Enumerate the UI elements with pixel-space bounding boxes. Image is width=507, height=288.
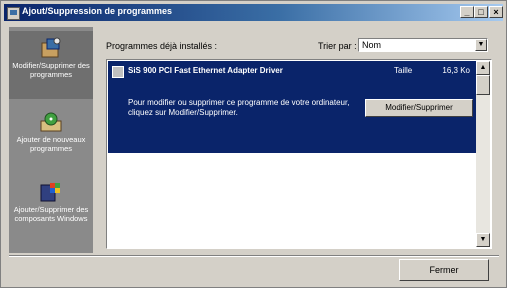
maximize-button[interactable]: □ [474,6,488,18]
footer-divider [9,255,499,257]
sidebar-item-label: Ajouter de nouveaux programmes [16,135,86,153]
sort-value: Nom [362,40,382,50]
programs-list[interactable]: SiS 900 PCI Fast Ethernet Adapter Driver… [106,59,492,249]
list-item[interactable]: SiS 900 PCI Fast Ethernet Adapter Driver… [108,61,476,153]
installed-programs-label: Programmes déjà installés : [106,41,218,51]
programs-box-icon [38,37,64,59]
add-remove-programs-window: Ajout/Suppression de programmes _ □ × Mo… [0,0,507,288]
scroll-up-icon[interactable]: ▲ [476,61,490,75]
program-description: Pour modifier ou supprimer ce programme … [128,98,350,117]
sidebar-item-label: Modifier/Supprimer des programmes [12,61,90,79]
close-window-button[interactable]: × [489,6,503,18]
sidebar-item-windows-components[interactable]: Ajouter/Supprimer des composants Windows [9,175,93,247]
main-panel: Programmes déjà installés : Trier par : … [100,27,496,253]
install-cd-icon [38,111,64,133]
sidebar: Modifier/Supprimer des programmes Ajoute… [9,27,93,253]
sort-select[interactable]: Nom ▼ [358,38,488,52]
sidebar-item-change-remove[interactable]: Modifier/Supprimer des programmes [9,31,93,99]
window-title: Ajout/Suppression de programmes [22,6,173,16]
sidebar-item-add-new[interactable]: Ajouter de nouveaux programmes [9,105,93,169]
program-name: SiS 900 PCI Fast Ethernet Adapter Driver [128,66,283,75]
program-size: 16,3 Ko [442,66,470,75]
close-button[interactable]: Fermer [399,259,489,281]
app-icon [7,7,20,20]
minimize-button[interactable]: _ [460,6,474,18]
size-label: Taille [394,66,413,75]
sort-label: Trier par : [318,41,357,51]
chevron-down-icon[interactable]: ▼ [475,39,487,51]
title-bar[interactable]: Ajout/Suppression de programmes _ □ × [4,4,503,21]
change-remove-button[interactable]: Modifier/Supprimer [365,99,473,117]
vertical-scrollbar[interactable]: ▲ ▼ [476,61,490,247]
scroll-thumb[interactable] [476,75,490,95]
sidebar-item-label: Ajouter/Supprimer des composants Windows [13,205,89,223]
windows-components-icon [38,181,64,203]
scroll-down-icon[interactable]: ▼ [476,233,490,247]
program-icon [112,66,124,78]
